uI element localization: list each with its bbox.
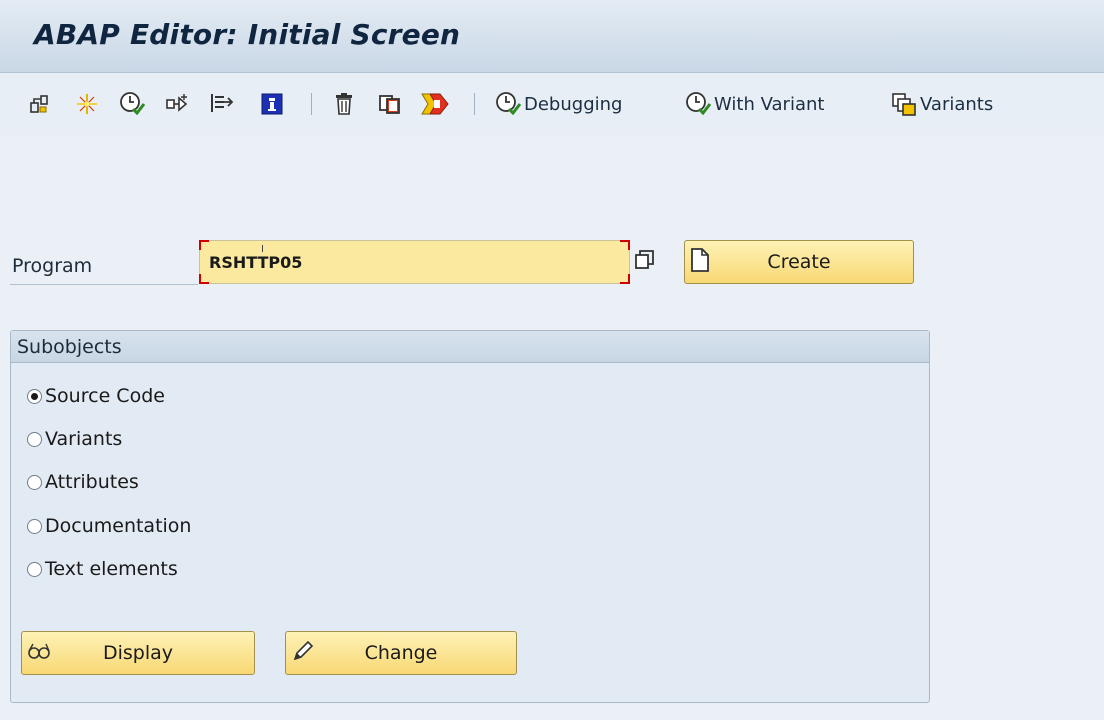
radio-button-selected[interactable] — [27, 388, 42, 404]
required-marker — [199, 240, 209, 250]
where-used-button[interactable] — [164, 87, 192, 121]
navigate-icon — [211, 94, 234, 112]
variants-toolbar-label: Variants — [920, 93, 994, 115]
subobjects-title: Subobjects — [11, 331, 929, 363]
change-button-label: Change — [364, 642, 438, 664]
with-variant-label: With Variant — [714, 93, 825, 115]
radio-documentation[interactable]: Documentation — [27, 511, 191, 541]
create-button-label: Create — [767, 251, 831, 273]
check-icon — [77, 94, 97, 114]
radio-label: Source Code — [45, 385, 165, 407]
required-marker — [620, 274, 630, 284]
radio-label: Documentation — [45, 515, 192, 537]
radio-button[interactable] — [27, 431, 42, 447]
program-input[interactable]: RSHTTP05 — [199, 240, 630, 284]
activate-icon — [120, 92, 146, 116]
rename-icon — [421, 93, 449, 115]
radio-label: Attributes — [45, 471, 139, 493]
program-input-value: RSHTTP05 — [209, 252, 303, 272]
radio-label: Variants — [45, 428, 123, 450]
with-variant-clock-icon — [686, 92, 712, 116]
radio-text-elements[interactable]: Text elements — [27, 554, 178, 584]
other-object-button[interactable] — [26, 87, 52, 121]
radio-button[interactable] — [27, 474, 42, 490]
display-button-label: Display — [102, 642, 174, 664]
radio-label: Text elements — [45, 558, 178, 580]
required-marker — [199, 274, 209, 284]
copy-button[interactable] — [376, 87, 404, 121]
navigate-button[interactable] — [208, 87, 236, 121]
subobjects-group: Subobjects Source Code Variants Attribut… — [10, 330, 930, 703]
delete-button[interactable] — [330, 87, 358, 121]
required-marker — [620, 240, 630, 250]
radio-variants[interactable]: Variants — [27, 424, 122, 454]
other-object-icon — [30, 95, 48, 113]
radio-button[interactable] — [27, 518, 42, 534]
activate-button[interactable] — [118, 87, 146, 121]
page-title: ABAP Editor: Initial Screen — [34, 18, 461, 51]
info-button[interactable] — [258, 87, 286, 121]
info-icon — [261, 93, 283, 115]
display-button[interactable]: Display — [21, 631, 255, 675]
debugging-clock-icon — [496, 92, 522, 116]
change-button[interactable]: Change — [285, 631, 517, 675]
toolbar-separator — [311, 93, 312, 115]
where-used-icon — [166, 94, 188, 112]
title-bar: ABAP Editor: Initial Screen — [0, 0, 1104, 73]
with-variant-button[interactable]: With Variant — [684, 87, 824, 121]
copy-icon — [379, 95, 400, 114]
check-button[interactable] — [74, 87, 100, 121]
create-button[interactable]: Create — [684, 240, 914, 284]
radio-source-code[interactable]: Source Code — [27, 381, 165, 411]
program-label-underline — [10, 284, 198, 285]
radio-button[interactable] — [27, 561, 42, 577]
application-toolbar: Debugging With Variant Variants — [0, 73, 1104, 135]
value-help-icon — [635, 250, 654, 269]
text-cursor — [262, 245, 263, 252]
program-label: Program — [12, 255, 93, 277]
delete-icon — [336, 93, 352, 115]
debugging-button[interactable]: Debugging — [494, 87, 622, 121]
value-help-button[interactable] — [631, 244, 659, 276]
toolbar-separator — [474, 93, 475, 115]
rename-button[interactable] — [420, 87, 450, 121]
variants-icon — [892, 93, 916, 116]
radio-attributes[interactable]: Attributes — [27, 467, 139, 497]
debugging-label: Debugging — [524, 93, 623, 115]
variants-toolbar-button[interactable]: Variants — [890, 87, 993, 121]
